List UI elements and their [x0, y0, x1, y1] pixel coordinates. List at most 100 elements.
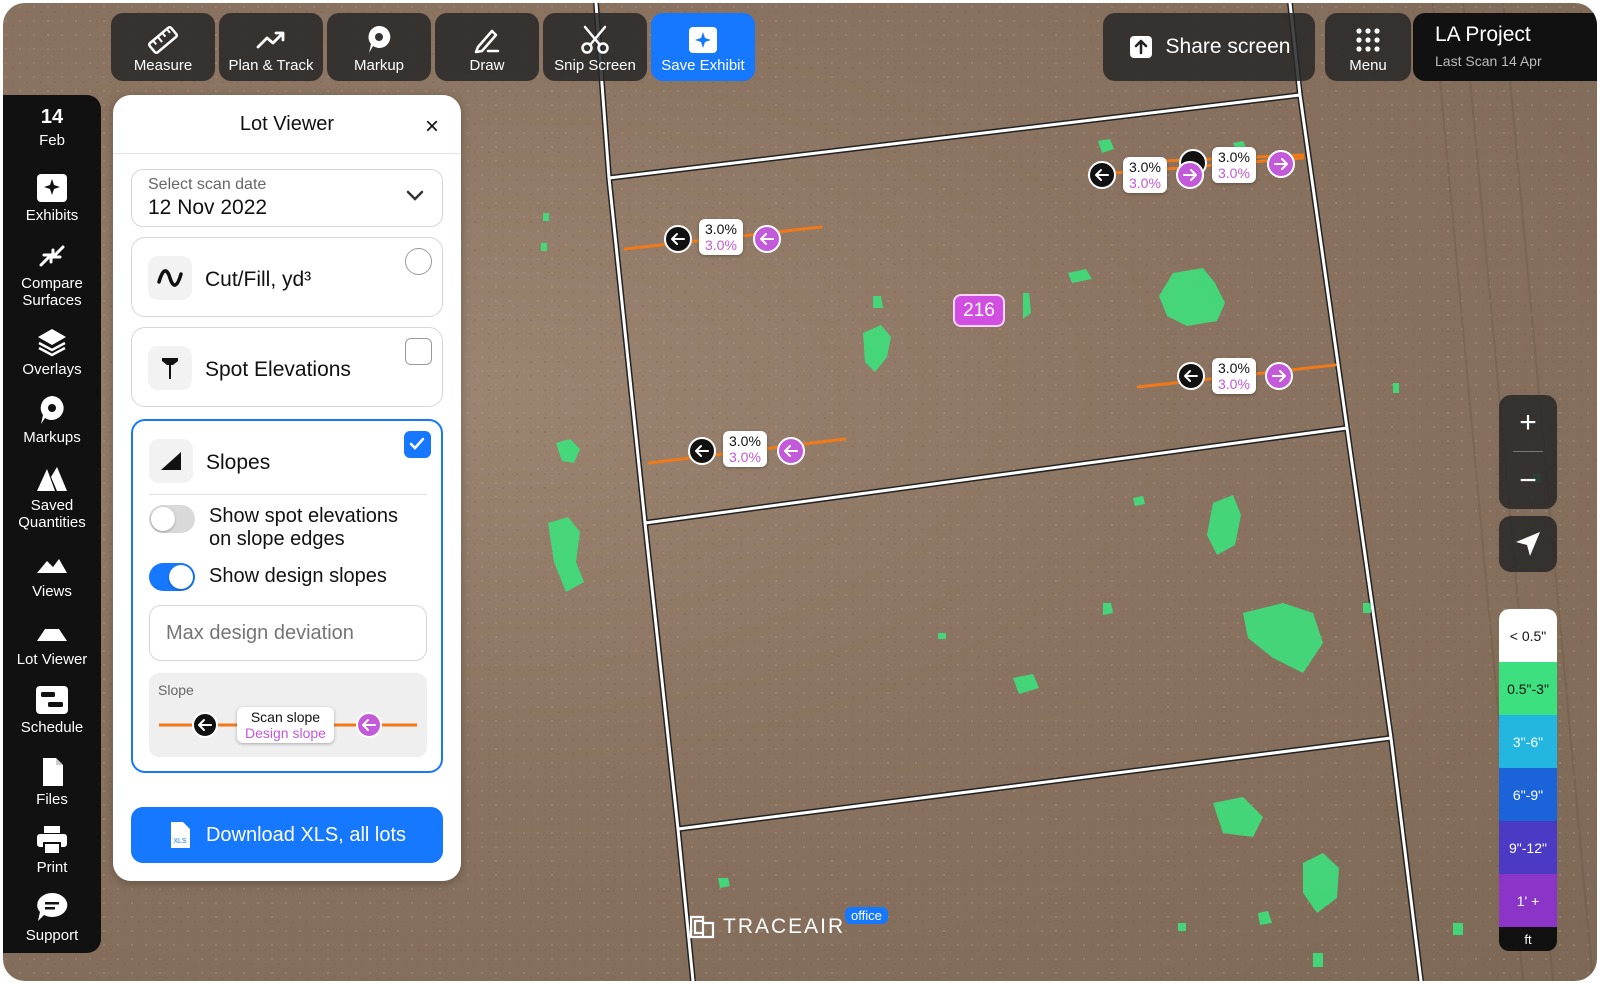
draw-button[interactable]: Draw	[435, 13, 539, 81]
plan-track-label: Plan & Track	[228, 57, 314, 74]
project-selector[interactable]: LA Project Last Scan 14 Apr	[1413, 13, 1597, 81]
scan-date-select[interactable]: Select scan date 12 Nov 2022	[131, 169, 443, 227]
elevation-scale-legend: < 0.5" 0.5"-3" 3"-6" 6"-9" 9"-12" 1' + ft	[1499, 609, 1557, 951]
sidebar-item-overlays[interactable]: Overlays	[3, 327, 101, 378]
left-sidebar: 14 Feb Exhibits Compare Surfaces Overlay…	[3, 95, 101, 953]
sidebar-item-markups[interactable]: Markups	[3, 395, 101, 446]
share-screen-label: Share screen	[1165, 35, 1291, 58]
sidebar-item-label: Support	[25, 927, 79, 944]
close-icon[interactable]: ×	[425, 113, 439, 141]
sidebar-item-lot-viewer[interactable]: Lot Viewer	[3, 617, 101, 668]
cut-fill-option[interactable]: Cut/Fill, yd³	[131, 237, 443, 317]
sidebar-item-views[interactable]: Views	[3, 549, 101, 600]
zoom-out-button[interactable]: −	[1499, 453, 1557, 509]
snip-screen-button[interactable]: Snip Screen	[543, 13, 647, 81]
zoom-in-button[interactable]: +	[1499, 395, 1557, 451]
sidebar-item-schedule[interactable]: Schedule	[3, 685, 101, 736]
divider	[1513, 451, 1543, 452]
chat-bubble-icon	[37, 892, 68, 921]
sidebar-item-label: Markups	[23, 429, 81, 446]
sidebar-item-compare-surfaces[interactable]: Compare Surfaces	[3, 241, 101, 309]
sidebar-item-label: Schedule	[20, 719, 84, 736]
slope-label: 3.0% 3.0%	[699, 219, 743, 255]
navigation-arrow-icon	[1516, 532, 1540, 556]
scale-segment: 0.5"-3"	[1499, 662, 1557, 715]
brand-name: TRACEAIR	[723, 915, 846, 938]
scale-segment: 3"-6"	[1499, 715, 1557, 768]
measure-button[interactable]: Measure	[111, 13, 215, 81]
sidebar-item-files[interactable]: Files	[3, 757, 101, 808]
sidebar-item-saved-quantities[interactable]: Saved Quantities	[3, 463, 101, 531]
trend-up-icon	[256, 31, 285, 49]
date-day: 14	[40, 106, 64, 128]
download-xls-button[interactable]: XLS Download XLS, all lots	[131, 807, 443, 863]
compare-arrows-icon	[39, 245, 65, 267]
show-design-slopes-label: Show design slopes	[209, 565, 387, 587]
slope-label: 3.0% 3.0%	[1212, 147, 1256, 183]
project-last-scan: Last Scan 14 Apr	[1435, 53, 1542, 69]
traceair-logo: TRACEAIR office	[687, 907, 888, 939]
scale-segment: 6"-9"	[1499, 768, 1557, 821]
sidebar-item-print[interactable]: Print	[3, 825, 101, 876]
scan-date-label: Select scan date	[148, 176, 267, 193]
draw-pen-icon	[474, 29, 500, 54]
measure-label: Measure	[133, 57, 193, 74]
show-spot-elevations-row: Show spot elevations on slope edges	[149, 505, 398, 551]
markup-pin-icon	[368, 25, 391, 53]
sidebar-item-label: Compare Surfaces	[21, 275, 83, 309]
slopes-option[interactable]: Slopes Show spot elevations on slope edg…	[131, 419, 443, 773]
spot-elevations-checkbox[interactable]	[405, 338, 432, 365]
svg-text:XLS: XLS	[173, 838, 187, 845]
download-xls-label: Download XLS, all lots	[205, 823, 407, 846]
slopes-label: Slopes	[206, 451, 271, 474]
share-screen-button[interactable]: Share screen	[1103, 13, 1315, 81]
sidebar-item-exhibits[interactable]: Exhibits	[3, 173, 101, 224]
xls-file-icon: XLS	[170, 822, 190, 848]
locate-button[interactable]	[1499, 516, 1557, 572]
grid-dots-icon	[1356, 28, 1380, 52]
spot-elevations-option[interactable]: Spot Elevations	[131, 327, 443, 407]
plan-track-button[interactable]: Plan & Track	[219, 13, 323, 81]
markup-button[interactable]: Markup	[327, 13, 431, 81]
divider	[149, 494, 427, 495]
save-exhibit-button[interactable]: Save Exhibit	[651, 13, 755, 81]
show-spot-elevations-label: Show spot elevations on slope edges	[209, 505, 399, 550]
show-design-slopes-row: Show design slopes	[149, 563, 387, 591]
date-month: Feb	[39, 132, 65, 149]
show-design-slopes-toggle[interactable]	[149, 563, 195, 591]
file-icon	[43, 758, 63, 786]
check-icon	[409, 437, 425, 450]
ruler-icon	[147, 25, 179, 55]
scale-segment: 9"-12"	[1499, 821, 1557, 874]
slopes-checkbox[interactable]	[404, 431, 431, 458]
slope-label: 3.0% 3.0%	[1212, 358, 1256, 394]
menu-label: Menu	[1349, 57, 1387, 74]
slope-label: 3.0% 3.0%	[1123, 157, 1167, 193]
project-title: LA Project	[1435, 23, 1531, 46]
brand-badge: office	[845, 907, 888, 924]
saved-quantities-icon	[37, 467, 67, 491]
mountain-view-icon	[37, 559, 67, 573]
scale-segment: < 0.5"	[1499, 609, 1557, 662]
panel-title: Lot Viewer	[239, 113, 335, 135]
sidebar-item-label: Saved Quantities	[18, 497, 86, 531]
scale-unit: ft	[1524, 931, 1532, 947]
sidebar-date[interactable]: 14 Feb	[3, 106, 101, 149]
sidebar-item-label: Lot Viewer	[16, 651, 88, 668]
lot-number-badge[interactable]: 216	[953, 294, 1005, 327]
sidebar-item-label: Exhibits	[25, 207, 79, 224]
cut-fill-icon	[148, 256, 192, 300]
lot-viewer-panel: Lot Viewer × Select scan date 12 Nov 202…	[113, 95, 461, 881]
zoom-controls: + −	[1499, 395, 1557, 509]
snip-screen-label: Snip Screen	[554, 57, 636, 74]
slope-legend: Slope Scan slope Design slope	[149, 673, 427, 757]
menu-button[interactable]: Menu	[1325, 13, 1411, 81]
upload-icon	[1129, 36, 1152, 58]
lot-viewer-icon	[37, 629, 67, 641]
schedule-icon	[36, 686, 68, 714]
show-spot-elevations-toggle[interactable]	[149, 505, 195, 533]
max-design-deviation-input[interactable]	[149, 605, 427, 661]
cut-fill-radio[interactable]	[405, 248, 432, 275]
sidebar-item-support[interactable]: Support	[3, 891, 101, 944]
slope-legend-label: Scan slope Design slope	[237, 707, 334, 743]
